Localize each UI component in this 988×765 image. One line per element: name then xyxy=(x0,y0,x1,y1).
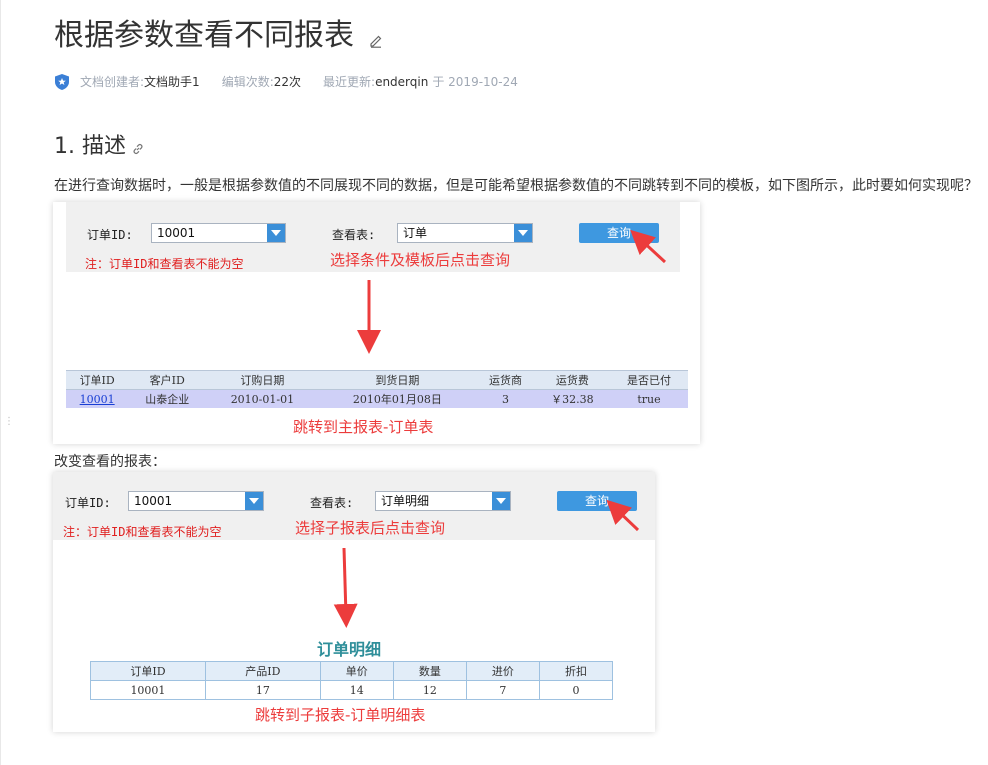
table-header-row: 订单ID 产品ID 单价 数量 进价 折扣 xyxy=(90,661,614,681)
anchor-link-icon[interactable] xyxy=(131,142,145,156)
report-title: 订单明细 xyxy=(317,640,382,659)
updated-date: 于 2019-10-24 xyxy=(432,75,518,89)
table-cell: 2010年01月08日 xyxy=(318,389,477,408)
header-cell: 客户ID xyxy=(128,370,207,390)
edit-pencil-icon[interactable] xyxy=(368,32,384,48)
table-cell: 12 xyxy=(392,680,467,700)
document-meta: 文档创建者: 文档助手1 编辑次数: 22次 最近更新: enderqin 于 … xyxy=(54,72,518,92)
header-cell: 订购日期 xyxy=(206,370,319,390)
header-cell: 运货商 xyxy=(476,370,535,390)
section-heading: 1. 描述 xyxy=(54,134,126,159)
updated-label: 最近更新: xyxy=(323,75,376,89)
edits-label: 编辑次数: xyxy=(221,75,274,89)
annotation-jump-sub: 跳转到子报表-订单明细表 xyxy=(255,706,426,724)
table-row: 10001 17 14 12 7 0 xyxy=(90,680,614,700)
orders-table: 订单ID 客户ID 订购日期 到货日期 运货商 运货费 是否已付 10001 山… xyxy=(66,370,688,408)
change-report-text: 改变查看的报表： xyxy=(54,454,166,470)
creator-name[interactable]: 文档助手1 xyxy=(144,72,200,92)
header-cell: 运货费 xyxy=(534,370,610,390)
header-cell: 到货日期 xyxy=(318,370,477,390)
order-id-link[interactable]: 10001 xyxy=(80,393,115,406)
header-cell: 订单ID xyxy=(66,370,129,390)
table-cell: 3 xyxy=(476,389,535,408)
content-left-border xyxy=(0,0,1,765)
updated-by[interactable]: enderqin xyxy=(375,72,428,92)
header-cell: 折扣 xyxy=(538,661,614,681)
table-header-row: 订单ID 客户ID 订购日期 到货日期 运货商 运货费 是否已付 xyxy=(66,370,688,390)
annotation-jump-main: 跳转到主报表-订单表 xyxy=(293,418,434,436)
table-cell: 10001 xyxy=(90,680,206,700)
header-cell: 订单ID xyxy=(90,661,206,681)
table-cell: 17 xyxy=(204,680,321,700)
example-screenshot-sub-report: 订单ID: 10001 查看表: 订单明细 查询 注：订单ID和查看表不能为空 … xyxy=(53,472,655,732)
pointer-arrow-icon xyxy=(630,229,667,264)
shield-star-icon xyxy=(55,74,69,90)
header-cell: 单价 xyxy=(319,661,394,681)
table-cell: 7 xyxy=(465,680,540,700)
page-title: 根据参数查看不同报表 xyxy=(54,18,354,53)
header-cell: 进价 xyxy=(465,661,540,681)
header-cell: 是否已付 xyxy=(609,370,688,390)
table-cell: 14 xyxy=(319,680,394,700)
creator-label: 文档创建者: xyxy=(80,75,145,89)
table-cell: 0 xyxy=(538,680,614,700)
table-cell: 山泰企业 xyxy=(128,389,207,408)
header-cell: 数量 xyxy=(392,661,467,681)
table-cell: 2010-01-01 xyxy=(206,389,319,408)
table-row: 10001 山泰企业 2010-01-01 2010年01月08日 3 ￥32.… xyxy=(66,389,688,408)
description-paragraph: 在进行查询数据时，一般是根据参数值的不同展现不同的数据，但是可能希望根据参数值的… xyxy=(54,178,978,194)
resize-handle-icon[interactable]: ⋮ xyxy=(4,417,14,434)
table-cell: true xyxy=(609,389,688,408)
down-arrow-icon xyxy=(333,547,358,628)
pointer-arrow-icon xyxy=(606,499,640,532)
order-details-table: 订单ID 产品ID 单价 数量 进价 折扣 10001 17 14 12 7 0 xyxy=(90,661,614,700)
header-cell: 产品ID xyxy=(204,661,321,681)
table-cell: ￥32.38 xyxy=(534,389,610,408)
example-screenshot-main-report: 订单ID: 10001 查看表: 订单 查询 注：订单ID和查看表不能为空 选择… xyxy=(53,202,700,444)
edit-count: 22次 xyxy=(273,75,302,89)
